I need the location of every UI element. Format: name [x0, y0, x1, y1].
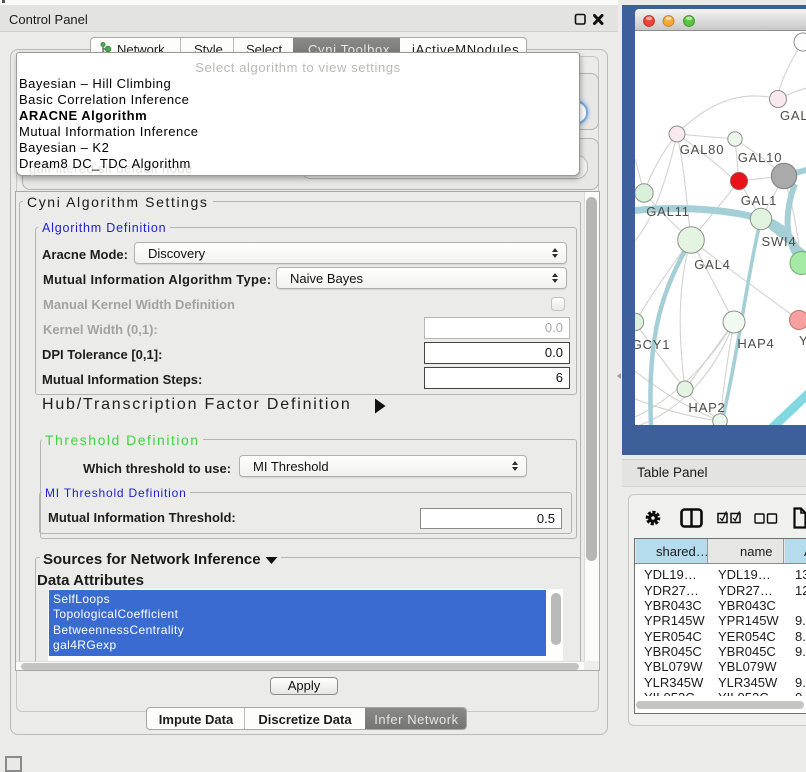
svg-text:SWI4: SWI4 [762, 234, 797, 249]
svg-text:HAP2: HAP2 [688, 400, 725, 415]
svg-text:GAL2: GAL2 [780, 108, 806, 123]
svg-text:GAL1: GAL1 [741, 193, 777, 208]
svg-text:YMR: YMR [799, 333, 806, 348]
svg-text:GAL80: GAL80 [680, 142, 724, 157]
svg-text:GAL4: GAL4 [694, 257, 730, 272]
svg-text:GAL10: GAL10 [738, 150, 782, 165]
svg-text:HAP4: HAP4 [737, 336, 774, 351]
svg-text:GAL11: GAL11 [646, 204, 690, 219]
svg-text:GCY1: GCY1 [635, 337, 670, 352]
